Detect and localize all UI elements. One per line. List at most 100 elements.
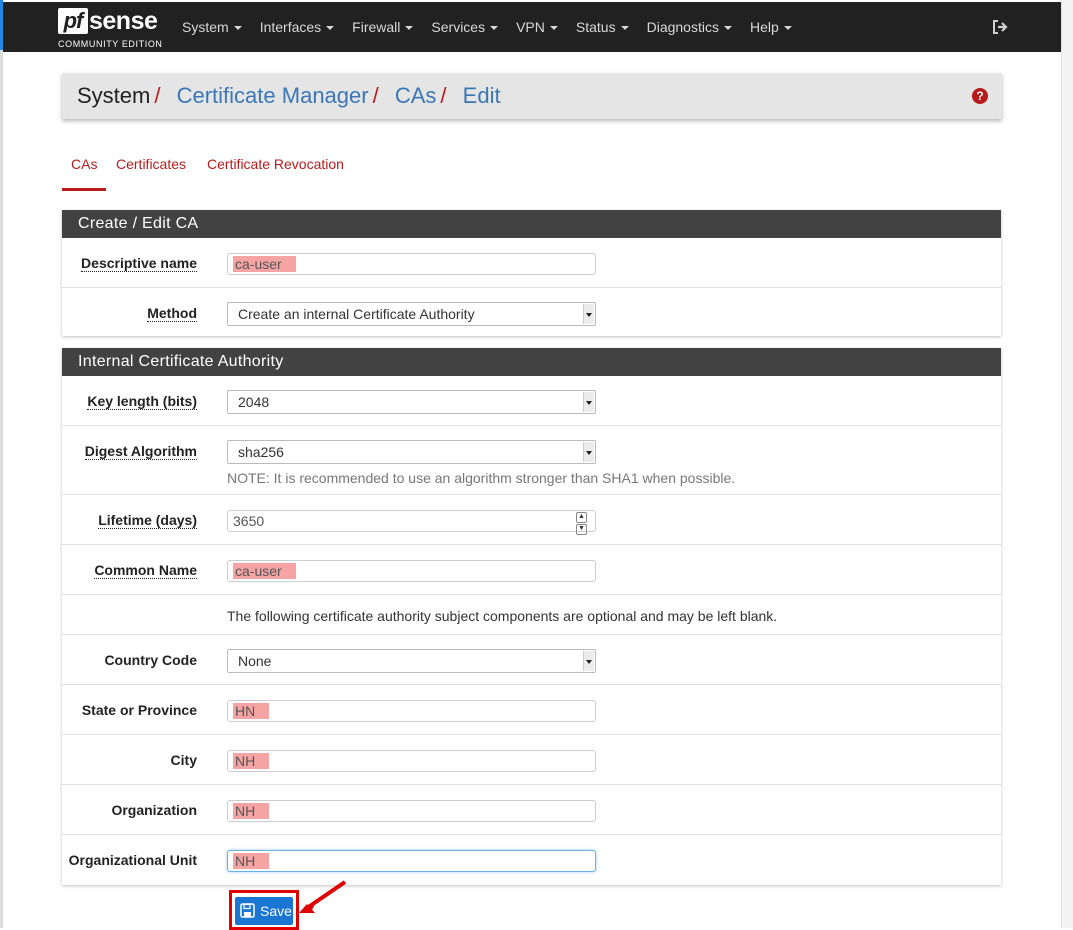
menu-system-label: System <box>182 19 229 35</box>
descriptive-name-input[interactable]: ca-user <box>227 253 596 275</box>
label-method: Method <box>147 305 197 322</box>
country-value: None <box>238 653 272 669</box>
main-menu: System Interfaces Firewall Services VPN … <box>173 2 801 52</box>
breadcrumb-system: System <box>77 83 151 108</box>
menu-status[interactable]: Status <box>567 2 638 52</box>
city-input[interactable]: NH <box>227 750 596 772</box>
breadcrumb-separator: / <box>372 83 379 108</box>
digest-note: NOTE: It is recommended to use an algori… <box>227 470 736 486</box>
row-descriptive-name: Descriptive name ca-user <box>62 238 1001 288</box>
state-value: HN <box>233 703 270 719</box>
organization-input[interactable]: NH <box>227 800 596 822</box>
panel-heading: Internal Certificate Authority <box>62 348 1001 376</box>
caret-down-icon <box>233 26 242 31</box>
row-city: City NH <box>62 735 1001 785</box>
method-value: Create an internal Certificate Authority <box>238 306 475 322</box>
logo-sense: sense <box>89 7 158 35</box>
logo-pf: pf <box>58 8 88 34</box>
number-spinner[interactable]: ▲ ▼ <box>576 512 587 535</box>
state-input[interactable]: HN <box>227 700 596 722</box>
menu-services[interactable]: Services <box>422 2 507 52</box>
breadcrumb-edit[interactable]: Edit <box>463 83 501 108</box>
spin-up-icon[interactable]: ▲ <box>576 512 587 523</box>
menu-diagnostics-label: Diagnostics <box>646 19 719 35</box>
row-lifetime: Lifetime (days) 3650 ▲ ▼ <box>62 495 1001 545</box>
label-country-code: Country Code <box>104 652 197 668</box>
organization-value: NH <box>233 803 270 819</box>
help-icon[interactable]: ? <box>972 88 988 104</box>
row-key-length: Key length (bits) 2048 <box>62 376 1001 426</box>
breadcrumb-certificate-manager[interactable]: Certificate Manager <box>177 83 369 108</box>
lifetime-value: 3650 <box>233 513 265 529</box>
menu-system[interactable]: System <box>173 2 251 52</box>
row-country: Country Code None <box>62 635 1001 685</box>
dropdown-arrow-icon <box>583 442 594 462</box>
row-method: Method Create an internal Certificate Au… <box>62 288 1001 336</box>
red-arrow-annotation <box>299 880 347 913</box>
menu-help-label: Help <box>749 19 779 35</box>
panel-heading: Create / Edit CA <box>62 210 1001 238</box>
optional-components-note: The following certificate authority subj… <box>227 608 778 624</box>
row-optional-note: The following certificate authority subj… <box>62 595 1001 635</box>
dropdown-arrow-icon <box>583 392 594 412</box>
label-common-name: Common Name <box>94 562 197 579</box>
top-navbar: pf sense COMMUNITY EDITION System Interf… <box>3 2 1061 52</box>
menu-services-label: Services <box>431 19 486 35</box>
common-name-input[interactable]: ca-user <box>227 560 596 582</box>
menu-diagnostics[interactable]: Diagnostics <box>638 2 741 52</box>
menu-vpn[interactable]: VPN <box>507 2 567 52</box>
label-org-unit: Organizational Unit <box>68 852 197 868</box>
org-unit-value: NH <box>233 853 270 869</box>
right-scrollbar[interactable] <box>1061 0 1073 928</box>
digest-select[interactable]: sha256 <box>227 440 596 464</box>
logo-edition: COMMUNITY EDITION <box>58 39 163 49</box>
row-digest: Digest Algorithm sha256 NOTE: It is reco… <box>62 426 1001 495</box>
spin-down-icon[interactable]: ▼ <box>576 524 587 535</box>
menu-interfaces[interactable]: Interfaces <box>251 2 343 52</box>
breadcrumb-panel: System / Certificate Manager / CAs / Edit ? <box>62 73 1002 119</box>
menu-interfaces-label: Interfaces <box>259 19 322 35</box>
label-key-length: Key length (bits) <box>87 393 197 410</box>
row-organization: Organization NH <box>62 785 1001 835</box>
descriptive-name-value: ca-user <box>233 256 296 272</box>
common-name-value: ca-user <box>233 563 296 579</box>
row-common-name: Common Name ca-user <box>62 545 1001 595</box>
menu-help[interactable]: Help <box>741 2 801 52</box>
caret-down-icon <box>783 26 792 31</box>
tab-cas[interactable]: CAs <box>62 148 107 191</box>
row-org-unit: Organizational Unit NH <box>62 835 1001 885</box>
menu-firewall[interactable]: Firewall <box>343 2 422 52</box>
caret-down-icon <box>549 26 558 31</box>
floppy-disk-icon <box>240 903 255 918</box>
pfsense-logo[interactable]: pf sense COMMUNITY EDITION <box>58 7 168 50</box>
org-unit-input[interactable]: NH <box>227 850 596 872</box>
dropdown-arrow-icon <box>583 304 594 324</box>
dropdown-arrow-icon <box>583 651 594 671</box>
label-digest-algorithm: Digest Algorithm <box>84 443 197 460</box>
caret-down-icon <box>490 26 499 31</box>
country-select[interactable]: None <box>227 649 596 673</box>
label-organization: Organization <box>111 802 197 818</box>
sign-out-icon[interactable] <box>991 18 1009 36</box>
menu-firewall-label: Firewall <box>352 19 401 35</box>
label-lifetime: Lifetime (days) <box>98 512 197 529</box>
caret-down-icon <box>326 26 335 31</box>
breadcrumb: System / Certificate Manager / CAs / Edit <box>77 73 501 119</box>
digest-value: sha256 <box>238 444 284 460</box>
tab-certificate-revocation[interactable]: Certificate Revocation <box>207 148 344 188</box>
method-select[interactable]: Create an internal Certificate Authority <box>227 302 596 326</box>
key-length-select[interactable]: 2048 <box>227 390 596 414</box>
lifetime-input[interactable]: 3650 ▲ ▼ <box>227 510 596 535</box>
left-window-edge <box>0 0 3 928</box>
menu-status-label: Status <box>575 19 616 35</box>
label-state: State or Province <box>81 702 197 718</box>
tab-certificates[interactable]: Certificates <box>116 148 186 188</box>
panel-internal-ca: Internal Certificate Authority Key lengt… <box>62 348 1001 885</box>
save-button[interactable]: Save <box>235 897 293 925</box>
caret-down-icon <box>405 26 414 31</box>
save-label: Save <box>260 903 292 919</box>
menu-vpn-label: VPN <box>516 19 545 35</box>
breadcrumb-separator: / <box>440 83 447 108</box>
breadcrumb-separator: / <box>154 83 161 108</box>
breadcrumb-cas[interactable]: CAs <box>395 83 437 108</box>
